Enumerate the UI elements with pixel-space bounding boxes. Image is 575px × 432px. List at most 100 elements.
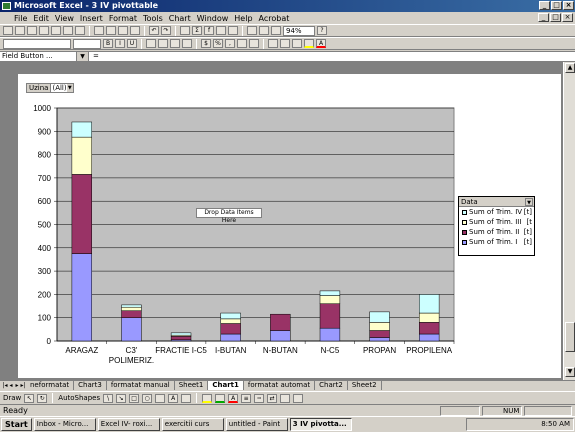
tab-chart1[interactable]: Chart1: [208, 381, 244, 390]
status-bar: Ready NUM: [0, 404, 575, 416]
y-tick-label: 800: [38, 151, 52, 160]
font-color-icon[interactable]: A: [228, 393, 239, 403]
bar-segment: [319, 327, 341, 342]
clock: 8:50 AM: [541, 420, 570, 428]
bar-segment: [419, 322, 440, 335]
legend-label: Sum of Trim. IV: [469, 208, 523, 216]
sheet-tab-bar: |◂ ◂ ▸ ▸| neformatat Chart3 formatat man…: [0, 380, 575, 390]
bar-segment: [319, 303, 341, 329]
drop-data-items-hint: Drop Data Items Here: [196, 208, 262, 224]
bar-segment: [220, 323, 241, 335]
legend-swatch: [462, 239, 467, 245]
tab-formatat-automat[interactable]: formatat automat: [243, 381, 316, 390]
bar-segment: [220, 312, 241, 320]
start-button[interactable]: Start: [1, 418, 32, 431]
tab-chart2[interactable]: Chart2: [315, 381, 348, 390]
legend-label: Sum of Trim. II: [469, 228, 520, 236]
fill-color-icon[interactable]: [202, 393, 213, 403]
status-text: Ready: [3, 406, 28, 415]
y-tick-label: 500: [38, 221, 52, 230]
legend-entry: Sum of Trim. I [t]: [459, 237, 534, 247]
task-paint[interactable]: untitled - Paint: [225, 418, 288, 431]
textbox-icon[interactable]: [155, 393, 166, 403]
draw-menu[interactable]: Draw: [3, 394, 21, 402]
3d-icon[interactable]: [293, 393, 304, 403]
tab-chart3[interactable]: Chart3: [74, 381, 107, 390]
bar-segment: [71, 121, 92, 138]
legend-entry: Sum of Trim. IV [t]: [459, 207, 534, 217]
legend-label: Sum of Trim. I: [469, 238, 518, 246]
legend-title: Data: [461, 198, 478, 206]
line-color-icon[interactable]: [215, 393, 226, 403]
x-tick-label: N-C5: [321, 346, 340, 355]
page-field-uzina[interactable]: Uzina (All) ▼: [26, 83, 74, 93]
bar-segment: [71, 174, 92, 254]
bar-segment: [220, 318, 241, 324]
bar-segment: [220, 333, 241, 342]
bar-segment: [71, 253, 92, 342]
bar-segment: [369, 322, 390, 331]
task-pivottable[interactable]: 3 IV pivotta...: [289, 418, 352, 431]
tab-sheet2[interactable]: Sheet2: [347, 381, 382, 390]
x-tick-label: PROPILENA: [406, 346, 452, 355]
oval-icon[interactable]: ○: [142, 393, 153, 403]
legend-data-field[interactable]: Data ▼: [459, 197, 534, 207]
drawing-toolbar: Draw ↖ ↻ AutoShapes \ ↘ □ ○ A A ≡ ┅ ⇄: [0, 391, 575, 404]
bar-segment: [419, 333, 440, 342]
y-tick-label: 900: [38, 127, 52, 136]
clipart-icon[interactable]: [181, 393, 192, 403]
y-tick-label: 200: [38, 290, 52, 299]
bar-segment: [369, 311, 390, 323]
y-tick-label: 1000: [33, 104, 51, 113]
shadow-icon[interactable]: [280, 393, 291, 403]
tab-formatat-manual[interactable]: formatat manual: [106, 381, 175, 390]
y-tick-label: 100: [38, 314, 52, 323]
x-tick-label: C3': [126, 346, 138, 355]
task-excel-iv[interactable]: Excel IV- roxi...: [97, 418, 160, 431]
free-rotate-icon[interactable]: ↻: [37, 393, 48, 403]
legend-swatch: [462, 219, 467, 225]
bar-segment: [270, 330, 291, 342]
bar-segment: [419, 294, 440, 314]
x-tick-label: ARAGAZ: [65, 346, 98, 355]
legend-flag: [t: [526, 218, 532, 226]
bar-segment: [270, 313, 291, 331]
tab-sheet1[interactable]: Sheet1: [174, 381, 209, 390]
y-tick-label: 0: [47, 337, 52, 346]
line-style-icon[interactable]: ≡: [241, 393, 252, 403]
y-tick-label: 600: [38, 197, 52, 206]
bar-segment: [319, 290, 341, 296]
chevron-down-icon[interactable]: ▼: [67, 84, 73, 92]
page-field-label: Uzina: [27, 84, 52, 92]
legend-entry: Sum of Trim. II [t]: [459, 227, 534, 237]
separator: [52, 393, 54, 403]
separator: [196, 393, 198, 403]
bar-segment: [419, 312, 440, 323]
bar-segment: [319, 295, 341, 304]
line-icon[interactable]: \: [103, 393, 114, 403]
task-exercitii[interactable]: exercitii curs: [161, 418, 224, 431]
select-objects-icon[interactable]: ↖: [24, 393, 35, 403]
task-inbox[interactable]: Inbox - Micro...: [33, 418, 96, 431]
tab-neformatat[interactable]: neformatat: [26, 381, 75, 390]
arrow-icon[interactable]: ↘: [116, 393, 127, 403]
x-tick-label: POLIMERIZ.: [109, 356, 154, 365]
autoshapes-menu[interactable]: AutoShapes: [58, 394, 100, 402]
legend-flag: [t]: [523, 208, 532, 216]
chevron-down-icon[interactable]: ▼: [525, 198, 533, 206]
arrow-style-icon[interactable]: ⇄: [267, 393, 278, 403]
bar-segment: [170, 336, 192, 341]
legend-swatch: [462, 209, 467, 215]
legend-entry: Sum of Trim. III [t: [459, 217, 534, 227]
wordart-icon[interactable]: A: [168, 393, 179, 403]
bar-segment: [369, 337, 390, 342]
y-tick-label: 400: [38, 244, 52, 253]
legend-flag: [t]: [523, 228, 532, 236]
bar-segment: [121, 317, 142, 342]
taskbar: Start Inbox - Micro... Excel IV- roxi...…: [0, 416, 575, 432]
bar-segment: [121, 306, 142, 311]
rectangle-icon[interactable]: □: [129, 393, 140, 403]
chart-legend[interactable]: Data ▼ Sum of Trim. IV [t] Sum of Trim. …: [458, 196, 535, 256]
bar-segment: [170, 332, 192, 336]
dash-style-icon[interactable]: ┅: [254, 393, 265, 403]
